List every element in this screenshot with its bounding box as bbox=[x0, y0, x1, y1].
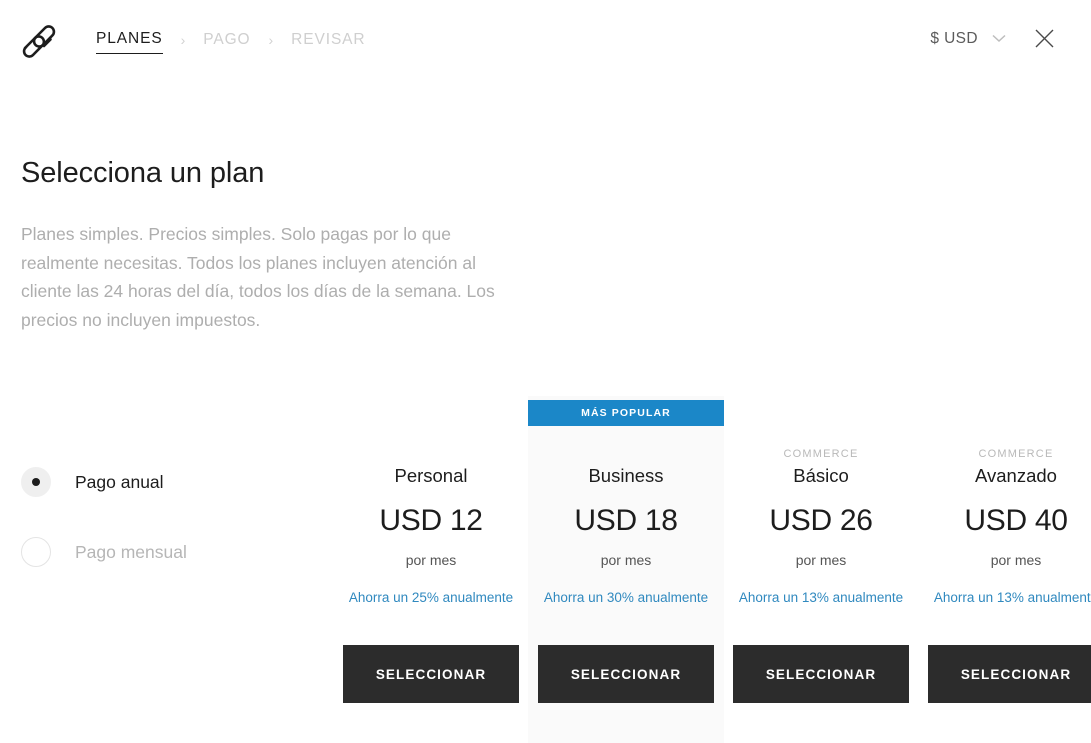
plan-family-label: COMMERCE bbox=[978, 448, 1054, 460]
plan-card-business[interactable]: MÁS POPULAR Business USD 18 por mes Ahor… bbox=[528, 396, 724, 743]
header-actions: $ USD bbox=[930, 28, 1091, 49]
select-plan-button[interactable]: SELECCIONAR bbox=[343, 645, 519, 703]
plan-name: Business bbox=[588, 465, 664, 486]
radio-dot bbox=[32, 478, 40, 486]
breadcrumb-item-planes[interactable]: PLANES bbox=[96, 30, 163, 54]
page-title: Selecciona un plan bbox=[21, 157, 265, 189]
squarespace-logo-icon[interactable] bbox=[19, 24, 59, 62]
select-plan-button[interactable]: SELECCIONAR bbox=[538, 645, 714, 703]
plan-price: USD 18 bbox=[574, 504, 678, 537]
close-icon[interactable] bbox=[1034, 28, 1055, 49]
billing-option-annual-label: Pago anual bbox=[75, 471, 164, 492]
select-plan-button[interactable]: SELECCIONAR bbox=[733, 645, 909, 703]
breadcrumb: PLANES › PAGO › REVISAR bbox=[96, 30, 366, 54]
page-description: Planes simples. Precios simples. Solo pa… bbox=[21, 224, 495, 330]
plan-name: Personal bbox=[394, 465, 468, 486]
plan-savings-note[interactable]: Ahorra un 13% anualmente bbox=[723, 588, 919, 607]
plan-family-label: COMMERCE bbox=[783, 448, 859, 460]
billing-option-monthly[interactable]: Pago mensual bbox=[21, 536, 187, 568]
select-plan-button[interactable]: SELECCIONAR bbox=[928, 645, 1091, 703]
radio-monthly-unselected[interactable] bbox=[21, 537, 51, 567]
breadcrumb-separator: › bbox=[268, 31, 274, 48]
billing-period-options: Pago anual Pago mensual bbox=[21, 466, 187, 606]
plan-savings-note[interactable]: Ahorra un 30% anualmente bbox=[528, 588, 724, 607]
plan-period: por mes bbox=[795, 552, 847, 568]
plan-name: Básico bbox=[793, 465, 849, 486]
plan-price: USD 12 bbox=[379, 504, 483, 537]
billing-option-annual[interactable]: Pago anual bbox=[21, 466, 187, 498]
breadcrumb-item-pago[interactable]: PAGO bbox=[203, 31, 250, 54]
billing-option-monthly-label: Pago mensual bbox=[75, 541, 187, 562]
chevron-down-icon bbox=[992, 34, 1006, 43]
breadcrumb-separator: › bbox=[180, 31, 186, 48]
plan-card-list: Personal USD 12 por mes Ahorra un 25% an… bbox=[333, 396, 1091, 743]
plan-savings-note[interactable]: Ahorra un 13% anualmente bbox=[918, 588, 1091, 607]
plan-savings-note[interactable]: Ahorra un 25% anualmente bbox=[333, 588, 529, 607]
most-popular-badge: MÁS POPULAR bbox=[528, 400, 724, 426]
currency-selector[interactable]: $ USD bbox=[930, 30, 1006, 48]
plan-card-commerce-basico[interactable]: COMMERCE Básico USD 26 por mes Ahorra un… bbox=[723, 396, 919, 743]
plan-card-personal[interactable]: Personal USD 12 por mes Ahorra un 25% an… bbox=[333, 396, 529, 743]
plan-name: Avanzado bbox=[975, 465, 1057, 486]
plan-period: por mes bbox=[405, 552, 457, 568]
top-bar: PLANES › PAGO › REVISAR $ USD bbox=[0, 0, 1091, 84]
plan-card-commerce-avanzado[interactable]: COMMERCE Avanzado USD 40 por mes Ahorra … bbox=[918, 396, 1091, 743]
plan-price: USD 40 bbox=[964, 504, 1068, 537]
plan-period: por mes bbox=[600, 552, 652, 568]
plan-price: USD 26 bbox=[769, 504, 873, 537]
radio-annual-selected[interactable] bbox=[21, 467, 51, 497]
breadcrumb-item-revisar[interactable]: REVISAR bbox=[291, 31, 365, 54]
plan-period: por mes bbox=[990, 552, 1042, 568]
currency-label: $ USD bbox=[930, 29, 978, 47]
